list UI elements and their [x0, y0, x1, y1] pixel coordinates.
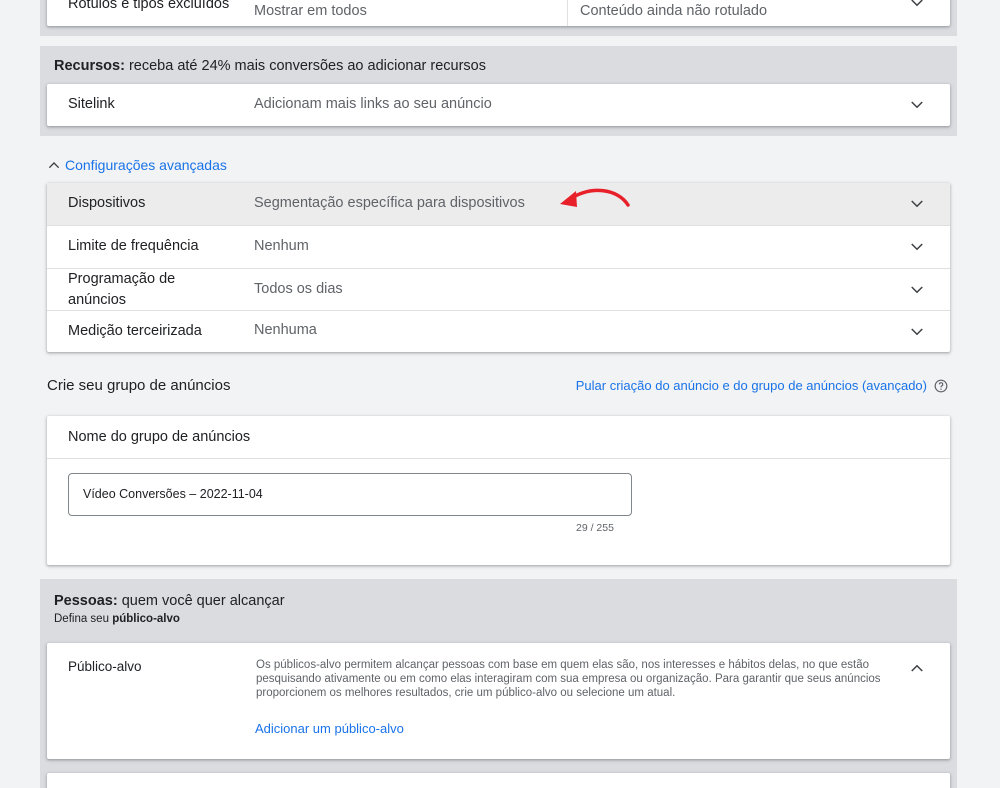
exclusions-row[interactable]: Rótulos e tipos excluídos Mostrar em tod… — [47, 0, 950, 26]
chevron-up-icon[interactable] — [906, 657, 928, 679]
exclusions-card: Rótulos e tipos excluídos Mostrar em tod… — [47, 0, 950, 26]
next-card — [47, 773, 950, 788]
ad-group-name-input[interactable]: Vídeo Conversões – 2022-11-04 — [68, 473, 632, 516]
third-party-measurement-row[interactable]: Medição terceirizada Nenhuma — [47, 311, 950, 352]
help-icon[interactable] — [934, 379, 948, 393]
sitelink-label: Sitelink — [68, 96, 115, 112]
exclusions-label: Rótulos e tipos excluídos — [68, 0, 230, 12]
chevron-up-icon — [46, 157, 62, 173]
exclusions-value-content: Conteúdo ainda não rotulado — [580, 3, 768, 19]
audience-label: Público-alvo — [68, 659, 142, 674]
skip-ad-group-link[interactable]: Pular criação do anúncio e do grupo de a… — [576, 378, 948, 393]
skip-ad-group-link-text[interactable]: Pular criação do anúncio e do grupo de a… — [576, 378, 927, 393]
ad-group-name-input-value: Vídeo Conversões – 2022-11-04 — [83, 487, 263, 501]
advanced-settings-card: Dispositivos Segmentação específica para… — [47, 183, 950, 352]
ad-schedule-row[interactable]: Programação de anúncios Todos os dias — [47, 269, 950, 310]
annotation-arrow-icon — [560, 188, 630, 207]
exclusions-divider — [567, 0, 568, 26]
chevron-down-icon[interactable] — [906, 94, 928, 116]
char-count: 29 / 255 — [576, 522, 614, 534]
audience-card: Público-alvo Os públicos-alvo permitem a… — [47, 643, 950, 759]
advanced-settings-label: Configurações avançadas — [65, 157, 227, 173]
chevron-down-icon[interactable] — [906, 279, 928, 301]
chevron-down-icon[interactable] — [906, 193, 928, 215]
people-title: Pessoas: quem você quer alcançar — [54, 593, 285, 609]
sitelink-value: Adicionam mais links ao seu anúncio — [254, 96, 492, 112]
sitelink-card: Sitelink Adicionam mais links ao seu anú… — [47, 84, 950, 126]
resources-title: Recursos: receba até 24% mais conversões… — [54, 58, 486, 74]
devices-value: Segmentação específica para dispositivos — [254, 195, 525, 211]
people-subtitle: Defina seu público-alvo — [54, 613, 180, 625]
sitelink-row[interactable]: Sitelink Adicionam mais links ao seu anú… — [47, 84, 950, 126]
frequency-cap-row[interactable]: Limite de frequência Nenhum — [47, 226, 950, 268]
advanced-settings-toggle[interactable]: Configurações avançadas — [46, 157, 227, 173]
ad-group-name-card: Nome do grupo de anúncios Vídeo Conversõ… — [47, 416, 950, 565]
card-divider — [47, 458, 950, 459]
add-audience-link[interactable]: Adicionar um público-alvo — [255, 721, 404, 736]
exclusions-value-display: Mostrar em todos — [254, 3, 367, 19]
ad-schedule-value: Todos os dias — [254, 281, 343, 297]
ad-schedule-label: Programação de anúncios — [68, 271, 176, 308]
third-party-measurement-value: Nenhuma — [254, 322, 317, 338]
ad-group-name-label: Nome do grupo de anúncios — [68, 429, 251, 445]
audience-description: Os públicos-alvo permitem alcançar pesso… — [256, 659, 881, 699]
chevron-down-icon[interactable] — [906, 0, 928, 14]
devices-label: Dispositivos — [68, 195, 146, 211]
frequency-cap-label: Limite de frequência — [68, 238, 199, 254]
third-party-measurement-label: Medição terceirizada — [68, 323, 202, 339]
chevron-down-icon[interactable] — [906, 236, 928, 258]
ad-group-heading: Crie seu grupo de anúncios — [47, 377, 231, 394]
chevron-down-icon[interactable] — [906, 321, 928, 343]
devices-row[interactable]: Dispositivos Segmentação específica para… — [47, 183, 950, 225]
frequency-cap-value: Nenhum — [254, 238, 309, 254]
